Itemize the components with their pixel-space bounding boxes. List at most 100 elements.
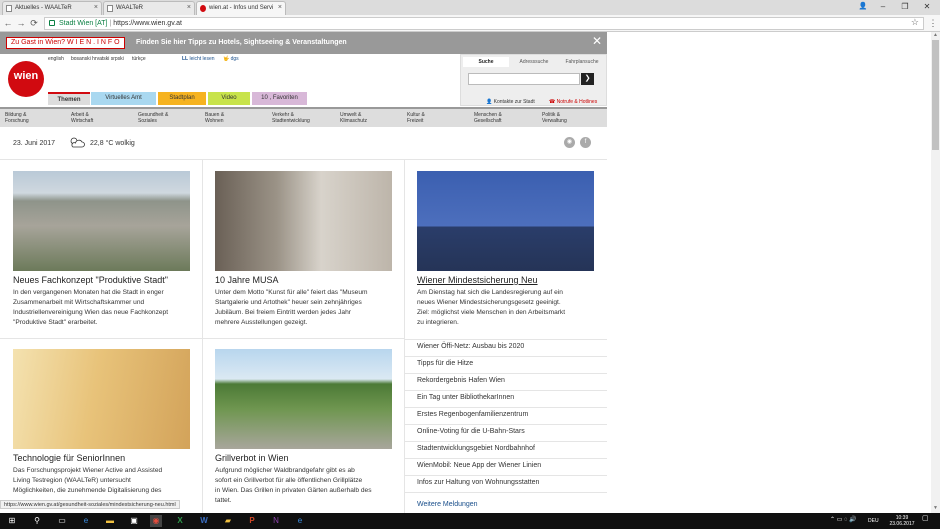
category-kultur[interactable]: Kultur & Freizeit bbox=[407, 112, 425, 124]
browser-tab[interactable]: Aktuelles - WAALTeR × bbox=[2, 1, 102, 15]
divider bbox=[405, 373, 607, 374]
news-link[interactable]: Infos zur Haltung von Wohnungsstatten bbox=[417, 479, 539, 486]
lock-icon bbox=[49, 20, 55, 26]
reload-icon[interactable]: ⟳ bbox=[28, 17, 40, 29]
word-icon[interactable]: W bbox=[198, 515, 210, 527]
clock[interactable]: 10:39 23.06.2017 bbox=[888, 515, 916, 527]
museum-sculpture-image[interactable] bbox=[215, 171, 392, 271]
tab-themen[interactable]: Themen bbox=[48, 92, 90, 105]
news-link[interactable]: Wiener Öffi-Netz: Ausbau bis 2020 bbox=[417, 343, 524, 350]
leicht-lesen-link[interactable]: LL leicht lesen bbox=[182, 56, 215, 62]
tab-virtuelles-amt[interactable]: Virtuelles Amt bbox=[91, 92, 156, 105]
news-link[interactable]: Online-Voting für die U-Bahn-Stars bbox=[417, 428, 525, 435]
article-title[interactable]: Technologie für SeniorInnen bbox=[13, 453, 125, 463]
article-teaser: Unter dem Motto "Kunst für alle" feiert … bbox=[215, 289, 368, 326]
windows-taskbar: ⊞ ⚲ ▭ e ▬ ▣ ◉ X W ▰ P N e ⌃ ▭ ◌ 🔊 DEU 10… bbox=[0, 513, 940, 529]
news-link[interactable]: Erstes Regenbogenfamilienzentrum bbox=[417, 411, 528, 418]
news-link[interactable]: Stadtentwicklungsgebiet Nordbahnhof bbox=[417, 445, 535, 452]
search-submit-button[interactable]: ❯ bbox=[581, 73, 594, 85]
article-title[interactable]: Wiener Mindestsicherung Neu bbox=[417, 275, 538, 285]
wien-info-logo[interactable]: Zu Gast in Wien? W I E N . I N F O bbox=[6, 37, 125, 49]
minimize-icon[interactable]: – bbox=[872, 0, 894, 14]
lang-bks[interactable]: bosanski hrvatski srpski bbox=[71, 56, 124, 62]
divider bbox=[405, 424, 607, 425]
cloud-sun-icon bbox=[70, 137, 85, 148]
notrufe-link[interactable]: ☎ Notrufe & Hotlines bbox=[549, 99, 597, 105]
edge-icon[interactable]: e bbox=[80, 515, 92, 527]
bookmark-star-icon[interactable]: ☆ bbox=[911, 17, 919, 28]
category-verkehr[interactable]: Verkehr & Stadtentwicklung bbox=[272, 112, 310, 124]
tab-adresssuche[interactable]: Adresssuche bbox=[511, 57, 557, 67]
close-icon[interactable]: ✕ bbox=[592, 34, 602, 48]
article-title[interactable]: 10 Jahre MUSA bbox=[215, 275, 279, 285]
chrome-icon[interactable]: ◉ bbox=[150, 515, 162, 527]
facebook-icon[interactable]: f bbox=[580, 137, 591, 148]
seniors-tablet-image[interactable] bbox=[13, 349, 190, 449]
browser-tab[interactable]: WAALTeR × bbox=[103, 1, 195, 15]
grill-area-image[interactable] bbox=[215, 349, 392, 449]
close-tab-icon[interactable]: × bbox=[187, 2, 191, 14]
user-icon[interactable]: 👤 bbox=[852, 0, 874, 14]
file-explorer-icon[interactable]: ▬ bbox=[104, 515, 116, 527]
powerpoint-icon[interactable]: P bbox=[246, 515, 258, 527]
page-icon bbox=[6, 5, 12, 12]
category-bauen[interactable]: Bauen & Wohnen bbox=[205, 112, 224, 124]
tab-suche[interactable]: Suche bbox=[463, 57, 509, 67]
back-icon[interactable]: ← bbox=[2, 17, 14, 29]
scroll-up-icon[interactable]: ▲ bbox=[931, 32, 940, 40]
city-aerial-image[interactable] bbox=[13, 171, 190, 271]
internet-explorer-icon[interactable]: e bbox=[294, 515, 306, 527]
search-input[interactable] bbox=[468, 73, 580, 85]
search-icon[interactable]: ⚲ bbox=[31, 515, 43, 527]
store-icon[interactable]: ▣ bbox=[128, 515, 140, 527]
maximize-icon[interactable]: ❐ bbox=[894, 0, 916, 14]
tab-video[interactable]: Video bbox=[208, 92, 250, 105]
wien-at-logo[interactable]: wien bbox=[8, 61, 44, 97]
folder-icon[interactable]: ▰ bbox=[222, 515, 234, 527]
category-umwelt[interactable]: Umwelt & Klimaschutz bbox=[340, 112, 367, 124]
lang-english[interactable]: english bbox=[48, 56, 64, 62]
scrollbar-thumb[interactable] bbox=[932, 40, 939, 150]
task-view-icon[interactable]: ▭ bbox=[56, 515, 68, 527]
wien-favicon-icon bbox=[200, 5, 206, 12]
lang-turkish[interactable]: türkçe bbox=[132, 56, 146, 62]
kontakte-link[interactable]: 👤 Kontakte zur Stadt bbox=[486, 99, 535, 105]
url-text: https://www.wien.gv.at bbox=[113, 20, 182, 27]
onenote-icon[interactable]: N bbox=[270, 515, 282, 527]
news-link[interactable]: Ein Tag unter BibliothekarInnen bbox=[417, 394, 514, 401]
page-scrollbar[interactable]: ▲ ▼ bbox=[931, 32, 940, 513]
news-link[interactable]: Tipps für die Hitze bbox=[417, 360, 473, 367]
category-politik[interactable]: Politik & Verwaltung bbox=[542, 112, 567, 124]
excel-icon[interactable]: X bbox=[174, 515, 186, 527]
news-link[interactable]: WienMobil: Neue App der Wiener Linien bbox=[417, 462, 541, 469]
article-title[interactable]: Neues Fachkonzept "Produktive Stadt" bbox=[13, 275, 168, 285]
news-link[interactable]: Rekordergebnis Hafen Wien bbox=[417, 377, 505, 384]
tab-fahrplansuche[interactable]: Fahrplansuche bbox=[559, 57, 605, 67]
banner-text[interactable]: Finden Sie hier Tipps zu Hotels, Sightse… bbox=[136, 32, 347, 54]
tab-favoriten[interactable]: 10 , Favoriten bbox=[252, 92, 307, 105]
rss-icon[interactable]: ◉ bbox=[564, 137, 575, 148]
tab-stadtplan[interactable]: Stadtplan bbox=[158, 92, 206, 105]
category-gesundheit[interactable]: Gesundheit & Soziales bbox=[138, 112, 168, 124]
tray-icons[interactable]: ⌃ ▭ ◌ 🔊 bbox=[830, 517, 857, 523]
category-bildung[interactable]: Bildung & Forschung bbox=[5, 112, 29, 124]
input-language[interactable]: DEU bbox=[868, 518, 879, 524]
category-arbeit[interactable]: Arbeit & Wirtschaft bbox=[71, 112, 93, 124]
forward-icon[interactable]: → bbox=[15, 17, 27, 29]
url-input[interactable]: Stadt Wien [AT] | https://www.wien.gv.at… bbox=[44, 17, 924, 30]
close-window-icon[interactable]: ✕ bbox=[916, 0, 938, 14]
article-title[interactable]: Grillverbot in Wien bbox=[215, 453, 289, 463]
divider bbox=[404, 159, 405, 513]
scroll-down-icon[interactable]: ▼ bbox=[931, 505, 940, 513]
windows-start-icon[interactable]: ⊞ bbox=[6, 515, 18, 527]
notifications-icon[interactable]: ▢ bbox=[922, 515, 929, 522]
close-tab-icon[interactable]: × bbox=[278, 2, 282, 14]
menu-icon[interactable]: ⋮ bbox=[927, 17, 939, 29]
browser-tab-active[interactable]: wien.at - Infos und Servi × bbox=[196, 1, 286, 15]
wien-info-banner[interactable]: Zu Gast in Wien? W I E N . I N F O Finde… bbox=[0, 32, 607, 54]
dgs-link[interactable]: 🤟 dgs bbox=[223, 56, 239, 62]
close-tab-icon[interactable]: × bbox=[94, 2, 98, 14]
more-news-link[interactable]: Weitere Meldungen bbox=[417, 501, 478, 508]
category-menschen[interactable]: Menschen & Gesellschaft bbox=[474, 112, 502, 124]
press-conference-image[interactable] bbox=[417, 171, 594, 271]
